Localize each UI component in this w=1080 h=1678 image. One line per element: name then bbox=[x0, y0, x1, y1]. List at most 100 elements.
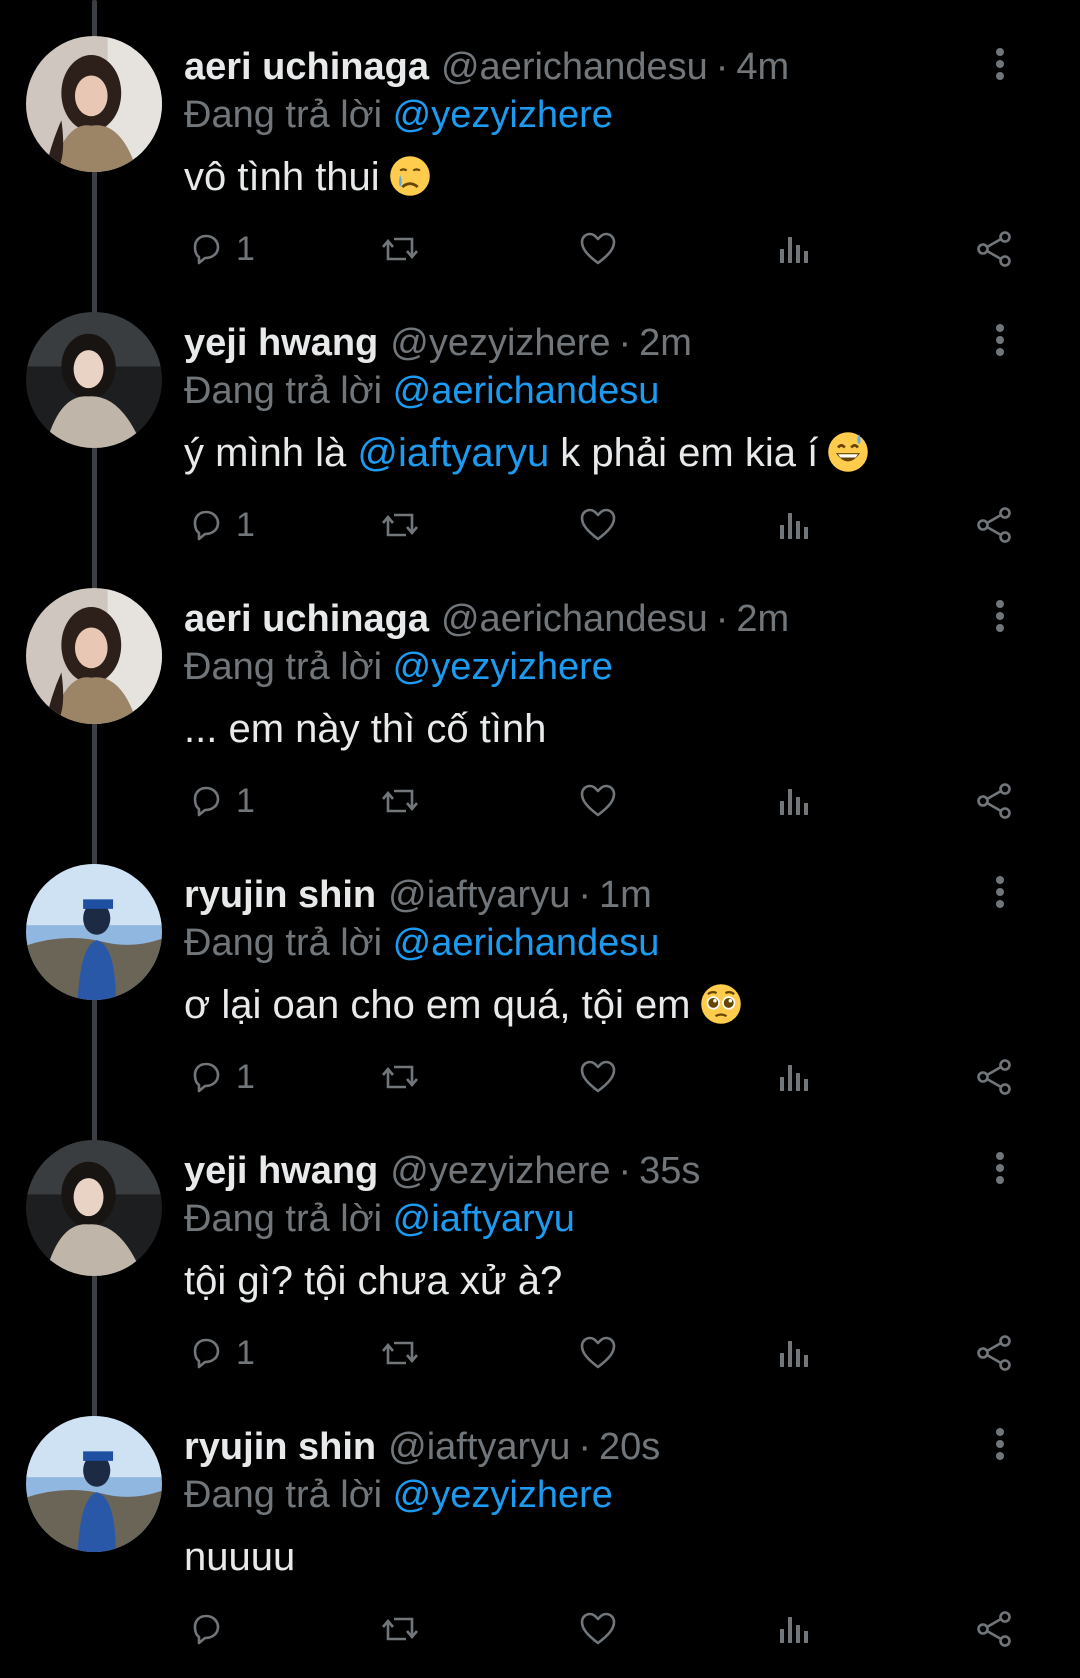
tweet-text-part: k phải em kia í bbox=[549, 431, 819, 475]
tweet[interactable]: aeri uchinaga @aerichandesu · 4m Đang trả l… bbox=[0, 0, 1080, 276]
avatar[interactable] bbox=[26, 864, 162, 1000]
tweet[interactable]: ryujin shin @iaftyaryu · 1m Đang trả lời @a… bbox=[0, 828, 1080, 1104]
retweet-icon bbox=[380, 505, 420, 545]
reply-icon bbox=[186, 229, 226, 269]
username[interactable]: @aerichandesu bbox=[441, 598, 708, 640]
like-button[interactable] bbox=[578, 778, 618, 824]
share-icon bbox=[974, 1609, 1014, 1649]
replying-label: Đang trả lời bbox=[184, 1474, 383, 1516]
display-name[interactable]: aeri uchinaga bbox=[184, 46, 429, 88]
username[interactable]: @iaftyaryu bbox=[388, 1426, 570, 1468]
reply-button[interactable]: 1 bbox=[186, 226, 255, 272]
timestamp[interactable]: 2m bbox=[639, 322, 692, 364]
replying-label: Đang trả lời bbox=[184, 922, 383, 964]
timestamp[interactable]: 4m bbox=[736, 46, 789, 88]
retweet-button[interactable] bbox=[380, 226, 420, 272]
display-name[interactable]: yeji hwang bbox=[184, 322, 378, 364]
reply-icon bbox=[186, 505, 226, 545]
views-button[interactable] bbox=[774, 502, 814, 548]
reply-button[interactable]: 1 bbox=[186, 1054, 255, 1100]
reply-to-mention[interactable]: @iaftyaryu bbox=[393, 1198, 575, 1240]
reply-to-mention[interactable]: @yezyizhere bbox=[393, 94, 613, 136]
tweet-text: ... em này thì cố tình bbox=[184, 702, 546, 756]
views-button[interactable] bbox=[774, 778, 814, 824]
retweet-button[interactable] bbox=[380, 778, 420, 824]
reply-to-mention[interactable]: @aerichandesu bbox=[393, 922, 660, 964]
avatar[interactable] bbox=[26, 312, 162, 448]
timestamp[interactable]: 2m bbox=[736, 598, 789, 640]
username[interactable]: @yezyizhere bbox=[390, 322, 610, 364]
reply-button[interactable]: 1 bbox=[186, 1330, 255, 1376]
reply-button[interactable]: 1 bbox=[186, 502, 255, 548]
conversation-thread: aeri uchinaga @aerichandesu · 4m Đang trả l… bbox=[0, 0, 1080, 1678]
tweet-actions: 1 bbox=[184, 502, 1024, 548]
like-button[interactable] bbox=[578, 1606, 618, 1652]
like-button[interactable] bbox=[578, 1330, 618, 1376]
display-name[interactable]: yeji hwang bbox=[184, 1150, 378, 1192]
views-button[interactable] bbox=[774, 1054, 814, 1100]
tweet-actions: 1 bbox=[184, 1054, 1024, 1100]
share-button[interactable] bbox=[974, 1606, 1014, 1652]
username[interactable]: @aerichandesu bbox=[441, 46, 708, 88]
reply-to-mention[interactable]: @aerichandesu bbox=[393, 370, 660, 412]
reply-to-mention[interactable]: @yezyizhere bbox=[393, 646, 613, 688]
more-icon[interactable] bbox=[980, 320, 1020, 360]
avatar[interactable] bbox=[26, 1140, 162, 1276]
avatar[interactable] bbox=[26, 36, 162, 172]
more-icon[interactable] bbox=[980, 596, 1020, 636]
tweet[interactable]: ryujin shin @iaftyaryu · 20s Đang trả lời @… bbox=[0, 1380, 1080, 1656]
share-button[interactable] bbox=[974, 502, 1014, 548]
avatar[interactable] bbox=[26, 1416, 162, 1552]
timestamp[interactable]: 1m bbox=[599, 874, 652, 916]
timestamp[interactable]: 20s bbox=[599, 1426, 660, 1468]
inline-mention[interactable]: @iaftyaryu bbox=[357, 431, 549, 475]
display-name[interactable]: ryujin shin bbox=[184, 1426, 376, 1468]
retweet-button[interactable] bbox=[380, 1606, 420, 1652]
tweet-header: yeji hwang @yezyizhere · 35s bbox=[184, 1146, 970, 1196]
avatar[interactable] bbox=[26, 588, 162, 724]
like-button[interactable] bbox=[578, 502, 618, 548]
share-icon bbox=[974, 1333, 1014, 1373]
tweet-text: tội gì? tội chưa xử à? bbox=[184, 1254, 562, 1308]
tweet-actions: 1 bbox=[184, 1330, 1024, 1376]
reply-button[interactable]: 1 bbox=[186, 778, 255, 824]
username[interactable]: @yezyizhere bbox=[390, 1150, 610, 1192]
views-button[interactable] bbox=[774, 1330, 814, 1376]
separator-dot: · bbox=[715, 598, 729, 640]
timestamp[interactable]: 35s bbox=[639, 1150, 700, 1192]
share-button[interactable] bbox=[974, 1054, 1014, 1100]
tweet-header: ryujin shin @iaftyaryu · 20s bbox=[184, 1422, 970, 1472]
views-button[interactable] bbox=[774, 226, 814, 272]
reply-icon bbox=[186, 781, 226, 821]
retweet-button[interactable] bbox=[380, 1054, 420, 1100]
replying-to: Đang trả lời @iaftyaryu bbox=[184, 1194, 575, 1244]
share-button[interactable] bbox=[974, 778, 1014, 824]
display-name[interactable]: ryujin shin bbox=[184, 874, 376, 916]
like-button[interactable] bbox=[578, 1054, 618, 1100]
tweet-actions: 1 bbox=[184, 226, 1024, 272]
retweet-button[interactable] bbox=[380, 502, 420, 548]
share-button[interactable] bbox=[974, 1330, 1014, 1376]
retweet-button[interactable] bbox=[380, 1330, 420, 1376]
tweet[interactable]: yeji hwang @yezyizhere · 2m Đang trả lời @a… bbox=[0, 276, 1080, 552]
share-icon bbox=[974, 505, 1014, 545]
grinning-sweat-face-emoji bbox=[826, 430, 870, 474]
tweet[interactable]: aeri uchinaga @aerichandesu · 2m Đang trả l… bbox=[0, 552, 1080, 828]
display-name[interactable]: aeri uchinaga bbox=[184, 598, 429, 640]
reply-to-mention[interactable]: @yezyizhere bbox=[393, 1474, 613, 1516]
reply-button[interactable] bbox=[186, 1606, 236, 1652]
reply-count: 1 bbox=[236, 505, 255, 544]
username[interactable]: @iaftyaryu bbox=[388, 874, 570, 916]
more-icon[interactable] bbox=[980, 872, 1020, 912]
more-icon[interactable] bbox=[980, 1424, 1020, 1464]
like-button[interactable] bbox=[578, 226, 618, 272]
more-icon[interactable] bbox=[980, 1148, 1020, 1188]
share-button[interactable] bbox=[974, 226, 1014, 272]
tweet-text-part: tội gì? tội chưa xử à? bbox=[184, 1259, 563, 1303]
tweet-actions bbox=[184, 1606, 1024, 1652]
tweet[interactable]: yeji hwang @yezyizhere · 35s Đang trả lời @… bbox=[0, 1104, 1080, 1380]
separator-dot: · bbox=[715, 46, 729, 88]
more-icon[interactable] bbox=[980, 44, 1020, 84]
views-button[interactable] bbox=[774, 1606, 814, 1652]
tweet-header: aeri uchinaga @aerichandesu · 2m bbox=[184, 594, 970, 644]
